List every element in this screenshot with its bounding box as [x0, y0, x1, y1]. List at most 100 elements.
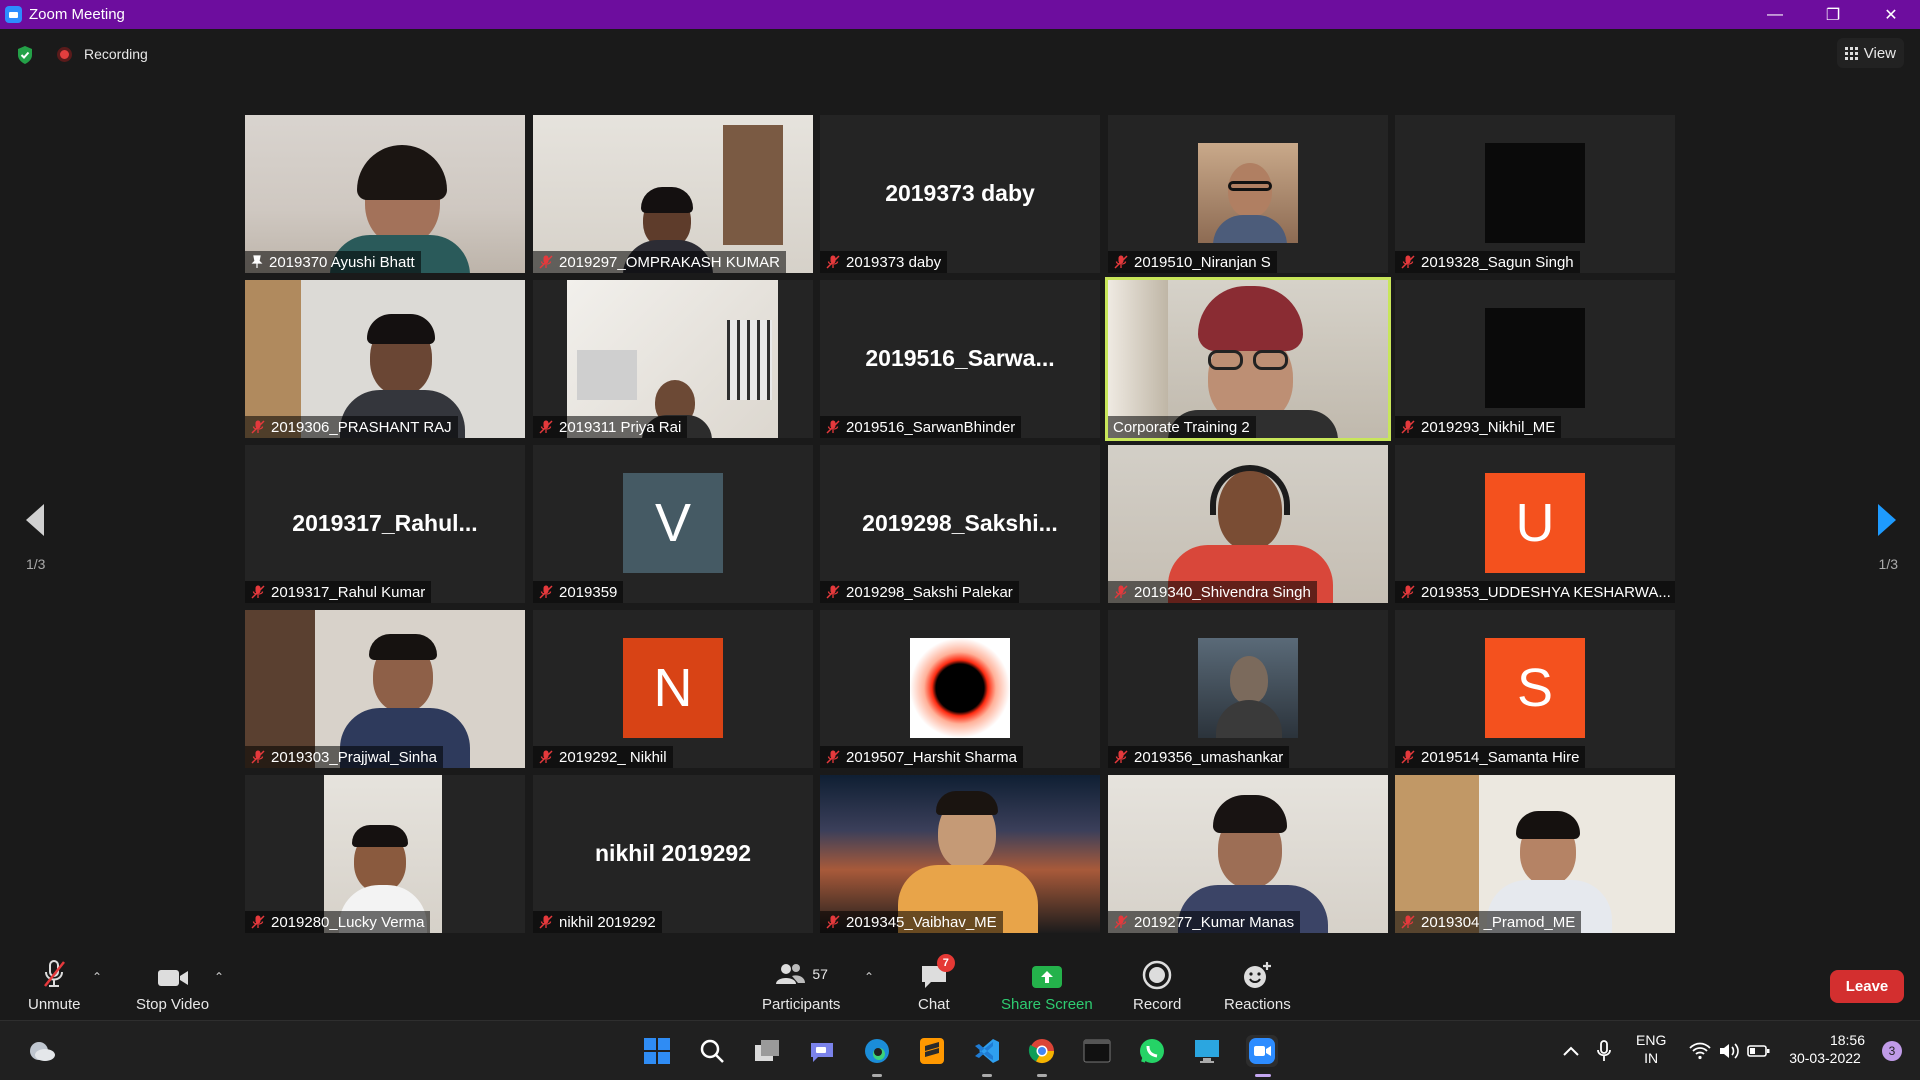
video-tile[interactable]: 2019277_Kumar Manas — [1108, 775, 1388, 933]
participants-options-chevron-icon[interactable]: ⌃ — [864, 970, 874, 984]
chat-button[interactable]: 7 Chat — [918, 954, 955, 1013]
participant-video — [1395, 775, 1675, 933]
clock[interactable]: 18:56 30-03-2022 — [1785, 1031, 1865, 1067]
video-tile[interactable]: N 2019292_ Nikhil — [533, 610, 813, 768]
avatar-initial: U — [1485, 473, 1585, 573]
video-tile[interactable]: 2019345_Vaibhav_ME — [820, 775, 1100, 933]
participant-profile-photo — [1198, 638, 1298, 738]
muted-microphone-icon — [44, 960, 66, 987]
audio-options-chevron-icon[interactable]: ⌃ — [92, 970, 102, 984]
video-tile[interactable]: 2019303_Prajjwal_Sinha — [245, 610, 525, 768]
video-tile[interactable]: nikhil 2019292 nikhil 2019292 — [533, 775, 813, 933]
video-tile[interactable]: 2019311 Priya Rai — [533, 280, 813, 438]
muted-mic-icon — [251, 585, 265, 599]
wifi-icon[interactable] — [1684, 1035, 1716, 1067]
video-options-chevron-icon[interactable]: ⌃ — [214, 970, 224, 984]
minimize-button[interactable]: — — [1746, 0, 1804, 29]
edge-browser-icon[interactable] — [861, 1035, 893, 1077]
muted-mic-icon — [251, 420, 265, 434]
active-speaker-tile[interactable]: Corporate Training 2 — [1105, 277, 1391, 441]
show-hidden-icons-chevron-icon[interactable] — [1555, 1035, 1587, 1067]
participant-name: 2019370 Ayushi Bhatt — [269, 253, 415, 271]
participant-name: 2019298_Sakshi Palekar — [846, 583, 1013, 601]
record-icon — [1142, 960, 1172, 990]
next-page-icon[interactable] — [1870, 500, 1902, 540]
terminal-icon[interactable] — [1081, 1035, 1113, 1067]
participant-name: 2019510_Niranjan S — [1134, 253, 1271, 271]
notification-count-badge[interactable]: 3 — [1882, 1041, 1902, 1061]
video-tile[interactable]: 2019328_Sagun Singh — [1395, 115, 1675, 273]
clock-date: 30-03-2022 — [1789, 1050, 1861, 1066]
meeting-controls-bar: Unmute ⌃ Stop Video ⌃ 57 Participants ⌃ … — [0, 950, 1920, 1020]
video-tile[interactable]: 2019510_Niranjan S — [1108, 115, 1388, 273]
participant-video — [1108, 445, 1388, 603]
participant-name: 2019328_Sagun Singh — [1421, 253, 1574, 271]
encryption-shield-icon[interactable] — [16, 45, 34, 65]
video-tile[interactable]: 2019306_PRASHANT RAJ — [245, 280, 525, 438]
sublime-text-icon[interactable] — [916, 1035, 948, 1067]
start-menu-icon[interactable] — [641, 1035, 673, 1067]
window-title-bar: Zoom Meeting — ❐ ✕ — [0, 0, 1920, 29]
video-tile[interactable]: S 2019514_Samanta Hire — [1395, 610, 1675, 768]
video-tile[interactable]: 2019340_Shivendra Singh — [1108, 445, 1388, 603]
battery-icon[interactable] — [1743, 1035, 1775, 1067]
video-tile[interactable]: 2019507_Harshit Sharma — [820, 610, 1100, 768]
reactions-button[interactable]: Reactions — [1224, 958, 1291, 1013]
share-screen-icon — [1031, 966, 1062, 988]
participant-name: 2019317_Rahul Kumar — [271, 583, 426, 601]
remote-desktop-icon[interactable] — [1191, 1035, 1223, 1067]
leave-button[interactable]: Leave — [1830, 970, 1904, 1003]
clock-time: 18:56 — [1829, 1032, 1865, 1048]
chrome-browser-icon[interactable] — [1026, 1035, 1058, 1077]
restore-button[interactable]: ❐ — [1804, 0, 1862, 29]
video-tile[interactable]: 2019370 Ayushi Bhatt — [245, 115, 525, 273]
view-button[interactable]: View — [1836, 38, 1904, 68]
whatsapp-icon[interactable] — [1136, 1035, 1168, 1067]
previous-page-icon[interactable] — [20, 500, 52, 540]
muted-mic-icon — [826, 585, 840, 599]
vscode-icon[interactable] — [971, 1035, 1003, 1077]
participant-name: 2019280_Lucky Verma — [271, 913, 425, 931]
participant-name-bar: 2019293_Nikhil_ME — [1395, 416, 1562, 438]
zoom-taskbar-icon[interactable] — [1246, 1035, 1278, 1077]
muted-mic-icon — [1401, 750, 1415, 764]
video-tile[interactable]: U 2019353_UDDESHYA KESHARWA... — [1395, 445, 1675, 603]
participants-button[interactable]: 57 Participants — [762, 958, 840, 1013]
volume-icon[interactable] — [1713, 1035, 1745, 1067]
video-tile[interactable]: 2019298_Sakshi... 2019298_Sakshi Palekar — [820, 445, 1100, 603]
muted-mic-icon — [826, 255, 840, 269]
participant-name-bar: 2019359 — [533, 581, 624, 603]
participant-name: 2019303_Prajjwal_Sinha — [271, 748, 437, 766]
input-language-indicator[interactable]: ENG IN — [1636, 1031, 1666, 1067]
teams-chat-icon[interactable] — [806, 1035, 838, 1067]
windows-taskbar: ENG IN 18:56 30-03-2022 3 — [0, 1020, 1920, 1080]
video-tile[interactable]: 2019280_Lucky Verma — [245, 775, 525, 933]
record-button[interactable]: Record — [1133, 958, 1181, 1013]
stop-video-button[interactable]: Stop Video — [136, 958, 209, 1013]
share-screen-button[interactable]: Share Screen — [1001, 958, 1093, 1013]
participant-name-bar: 2019353_UDDESHYA KESHARWA... — [1395, 581, 1675, 603]
participant-name-bar: 2019317_Rahul Kumar — [245, 581, 432, 603]
video-tile[interactable]: 2019304 _Pramod_ME — [1395, 775, 1675, 933]
unmute-button[interactable]: Unmute — [28, 958, 81, 1013]
participant-name: 2019297_OMPRAKASH KUMAR — [559, 253, 780, 271]
participant-video — [1108, 280, 1388, 438]
video-tile[interactable]: 2019293_Nikhil_ME — [1395, 280, 1675, 438]
task-view-icon[interactable] — [751, 1035, 783, 1067]
video-tile[interactable]: 2019297_OMPRAKASH KUMAR — [533, 115, 813, 273]
participants-label: Participants — [762, 996, 841, 1013]
search-icon[interactable] — [696, 1035, 728, 1067]
close-button[interactable]: ✕ — [1862, 0, 1920, 29]
participant-name-bar: 2019304 _Pramod_ME — [1395, 911, 1582, 933]
video-tile[interactable]: 2019356_umashankar — [1108, 610, 1388, 768]
microphone-tray-icon[interactable] — [1588, 1035, 1620, 1067]
video-tile[interactable]: V 2019359 — [533, 445, 813, 603]
participant-name: 2019304 _Pramod_ME — [1421, 913, 1576, 931]
recording-dot-icon — [57, 47, 72, 62]
weather-widget-icon[interactable] — [26, 1035, 58, 1067]
view-label: View — [1863, 44, 1896, 62]
video-tile[interactable]: 2019373 daby 2019373 daby — [820, 115, 1100, 273]
video-tile[interactable]: 2019317_Rahul... 2019317_Rahul Kumar — [245, 445, 525, 603]
video-tile[interactable]: 2019516_Sarwa... 2019516_SarwanBhinder — [820, 280, 1100, 438]
muted-mic-icon — [826, 420, 840, 434]
